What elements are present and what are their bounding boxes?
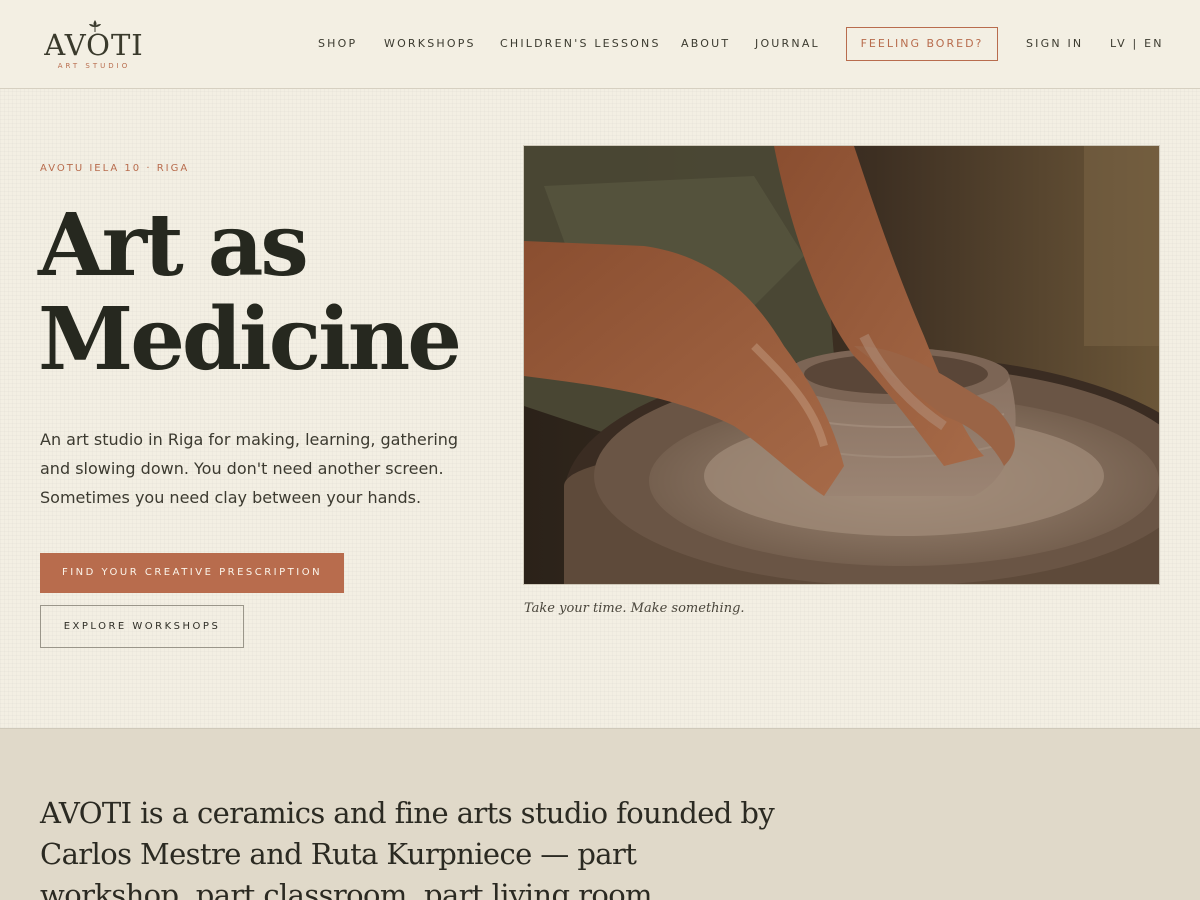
nav-item-childrens-lessons[interactable]: CHILDREN'S LESSONS	[500, 37, 661, 51]
feeling-bored-button[interactable]: FEELING BORED?	[846, 27, 998, 61]
language-switcher[interactable]: LV | EN	[1110, 37, 1164, 51]
explore-workshops-button[interactable]: EXPLORE WORKSHOPS	[40, 605, 244, 648]
pottery-wheel-photo	[523, 145, 1160, 585]
nav-item-shop[interactable]: SHOP	[318, 37, 357, 51]
hero-headline-line2: Medicine	[38, 289, 462, 390]
nav-item-about[interactable]: ABOUT	[681, 37, 730, 51]
nav-item-journal[interactable]: JOURNAL	[755, 37, 820, 51]
nav-item-workshops[interactable]: WORKSHOPS	[384, 37, 476, 51]
hero-address: AVOTU IELA 10 · RIGA	[40, 163, 190, 174]
hero-headline: Art as Medicine	[38, 199, 498, 387]
main-nav: SHOP WORKSHOPS CHILDREN'S LESSONS ABOUT …	[0, 37, 1200, 51]
hero-headline-line1: Art as	[38, 195, 309, 296]
site-header: AVOTI ART STUDIO SHOP WORKSHOPS CHILDREN…	[0, 0, 1200, 89]
hero-section: AVOTU IELA 10 · RIGA Art as Medicine An …	[0, 89, 1200, 729]
about-section: AVOTI is a ceramics and fine arts studio…	[0, 729, 1200, 900]
about-text: AVOTI is a ceramics and fine arts studio…	[40, 796, 775, 900]
photo-caption: Take your time. Make something.	[524, 601, 745, 616]
brand-tagline: ART STUDIO	[57, 62, 131, 70]
creative-prescription-button[interactable]: FIND YOUR CREATIVE PRESCRIPTION	[40, 553, 344, 593]
hero-intro: An art studio in Riga for making, learni…	[40, 430, 459, 507]
pottery-illustration	[524, 146, 1159, 584]
sign-in-link[interactable]: SIGN IN	[1026, 37, 1083, 51]
